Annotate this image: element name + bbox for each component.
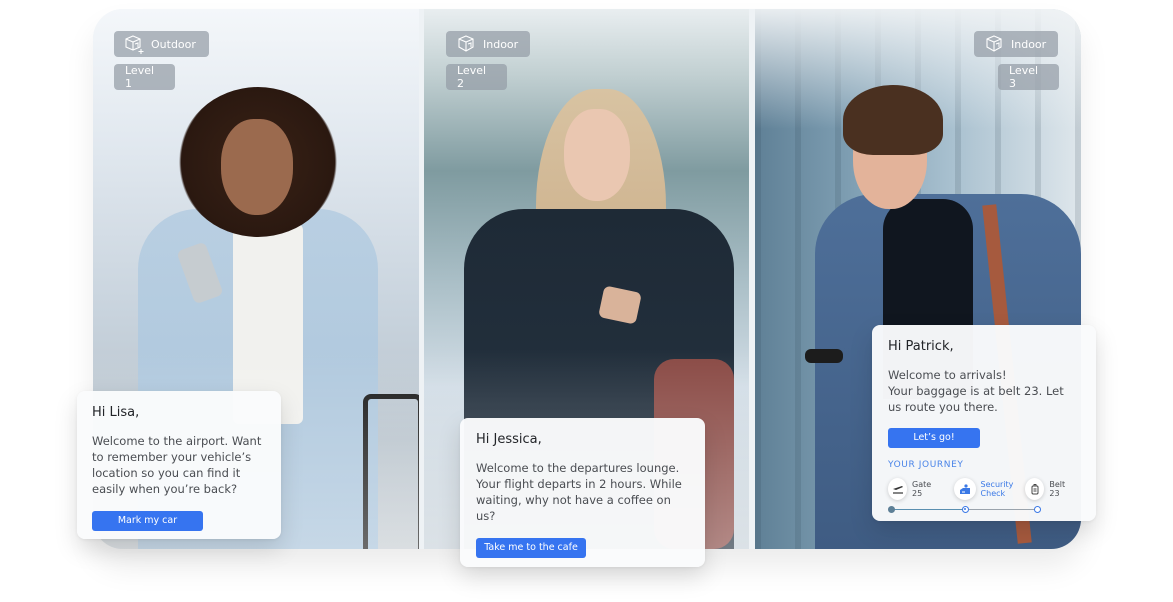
progress-dot-current xyxy=(962,505,969,513)
journey-stop-belt[interactable]: Belt 23 xyxy=(1025,477,1074,500)
journey-title: YOUR JOURNEY xyxy=(888,459,964,470)
journey-stops: Gate 25 Security Check Belt 23 xyxy=(888,477,1080,500)
notification-card-patrick: Hi Patrick, Welcome to arrivals! Your ba… xyxy=(872,325,1096,521)
environment-badge: Indoor xyxy=(974,31,1058,57)
level-label: Level 3 xyxy=(1009,64,1039,90)
journey-progress-track xyxy=(888,505,1041,515)
level-label: Level 1 xyxy=(125,64,155,90)
progress-dot-next xyxy=(1034,505,1041,513)
take-me-to-cafe-button[interactable]: Take me to the cafe xyxy=(476,537,586,558)
notification-card-jessica: Hi Jessica, Welcome to the departures lo… xyxy=(460,418,705,567)
environment-label: Outdoor xyxy=(151,37,196,51)
cube-plus-icon xyxy=(125,35,144,54)
lets-go-button[interactable]: Let’s go! xyxy=(888,427,980,448)
level-badge: Level 1 xyxy=(114,64,175,90)
notification-card-lisa: Hi Lisa, Welcome to the airport. Want to… xyxy=(77,391,281,539)
card-message: Welcome to arrivals! Your baggage is at … xyxy=(888,367,1080,415)
cube-icon xyxy=(457,35,475,53)
luggage-icon xyxy=(1025,477,1045,500)
stop-label: Security Check xyxy=(980,479,1014,498)
departure-plane-icon xyxy=(888,477,907,500)
environment-badge: Indoor xyxy=(446,31,530,57)
card-message-line-1: Welcome to arrivals! xyxy=(888,368,1007,382)
card-message-line-2: Your baggage is at belt 23. Let us route… xyxy=(888,384,1064,414)
stop-label: Belt 23 xyxy=(1049,479,1066,498)
environment-label: Indoor xyxy=(483,37,519,51)
stop-label: Gate 25 xyxy=(912,479,932,498)
card-message: Welcome to the departures lounge. Your f… xyxy=(476,461,682,523)
card-greeting: Hi Lisa, xyxy=(92,405,140,420)
journey-stop-gate[interactable]: Gate 25 xyxy=(888,477,940,500)
environment-label: Indoor xyxy=(1011,37,1047,51)
card-greeting: Hi Patrick, xyxy=(888,339,954,354)
journey-stop-security[interactable]: Security Check xyxy=(953,477,1014,500)
mark-my-car-button[interactable]: Mark my car xyxy=(92,510,203,531)
environment-badge: Outdoor xyxy=(114,31,209,57)
card-message: Welcome to the airport. Want to remember… xyxy=(92,434,262,496)
level-label: Level 2 xyxy=(457,64,487,90)
level-badge: Level 3 xyxy=(998,64,1059,90)
security-check-icon xyxy=(953,477,976,500)
cube-icon xyxy=(985,35,1003,53)
card-greeting: Hi Jessica, xyxy=(476,432,542,447)
progress-dot-done xyxy=(888,505,895,513)
level-badge: Level 2 xyxy=(446,64,507,90)
